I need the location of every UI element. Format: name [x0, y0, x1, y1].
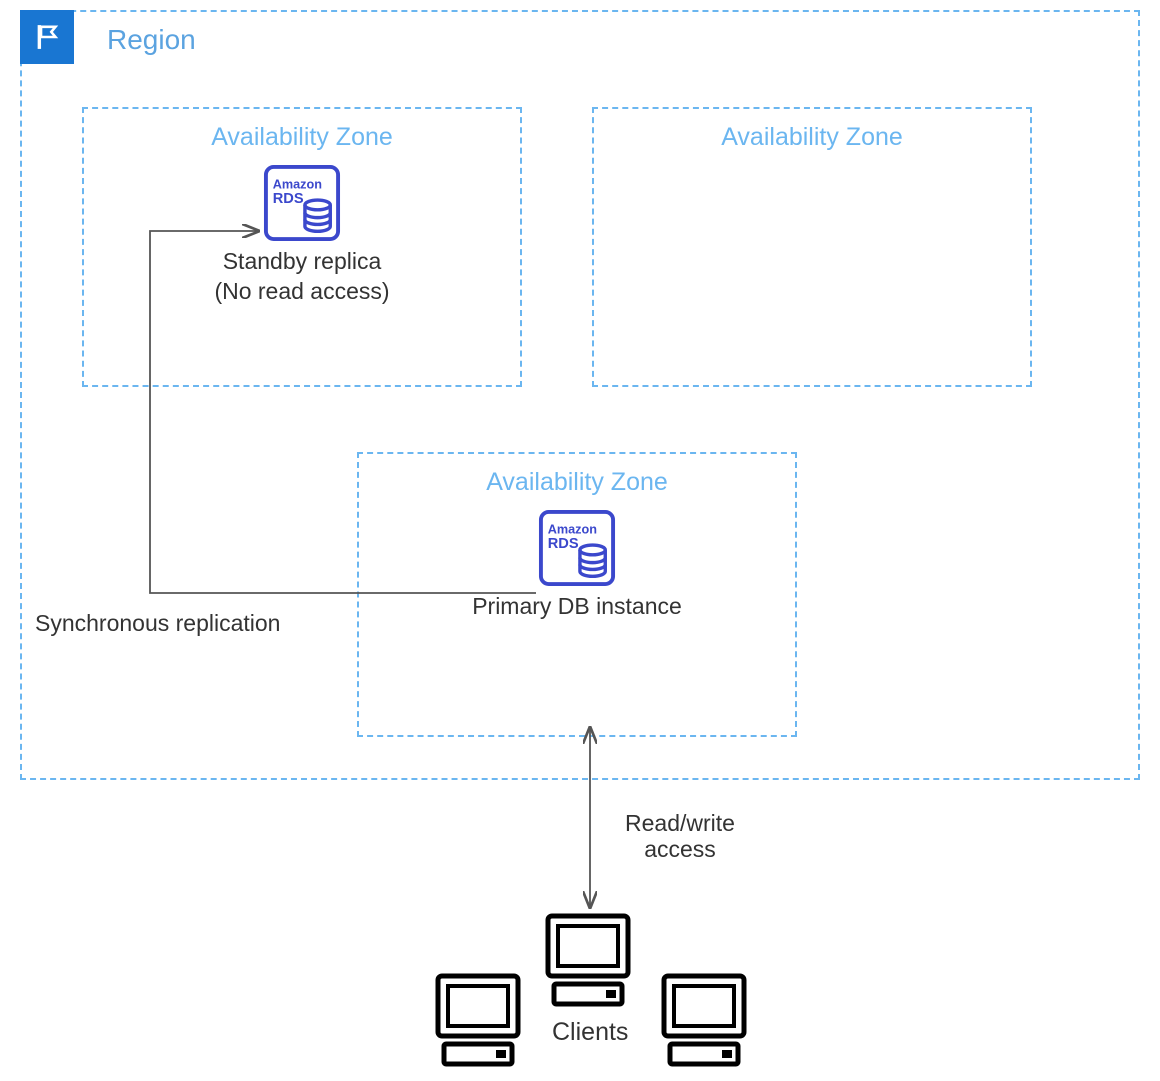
client-computer-icon	[656, 970, 752, 1070]
access-label: Read/write access	[610, 810, 750, 863]
availability-zone-3: Availability Zone Amazon RDS Primary DB …	[357, 452, 797, 737]
primary-label: Primary DB instance	[359, 593, 795, 621]
region-container: Region Availability Zone Amazon RDS Stan…	[20, 10, 1140, 780]
clients-group: Clients	[430, 910, 790, 1080]
amazon-rds-icon: Amazon RDS	[263, 164, 341, 242]
svg-text:Amazon: Amazon	[548, 522, 597, 536]
az3-title: Availability Zone	[359, 468, 795, 497]
az2-title: Availability Zone	[594, 123, 1030, 152]
region-title: Region	[107, 24, 196, 56]
replication-label: Synchronous replication	[35, 610, 280, 637]
amazon-rds-icon: Amazon RDS	[538, 509, 616, 587]
standby-label-line1: Standby replica	[84, 248, 520, 276]
clients-label: Clients	[552, 1018, 628, 1047]
region-flag-icon	[20, 10, 74, 64]
az1-title: Availability Zone	[84, 123, 520, 152]
svg-text:Amazon: Amazon	[273, 177, 322, 191]
access-line1: Read/write	[625, 810, 735, 836]
access-line2: access	[644, 836, 716, 862]
client-computer-icon	[430, 970, 526, 1070]
svg-text:RDS: RDS	[548, 536, 579, 552]
availability-zone-1: Availability Zone Amazon RDS Standby rep…	[82, 107, 522, 387]
availability-zone-2: Availability Zone	[592, 107, 1032, 387]
client-computer-icon	[540, 910, 636, 1010]
standby-label-line2: (No read access)	[84, 278, 520, 306]
svg-text:RDS: RDS	[273, 191, 304, 207]
